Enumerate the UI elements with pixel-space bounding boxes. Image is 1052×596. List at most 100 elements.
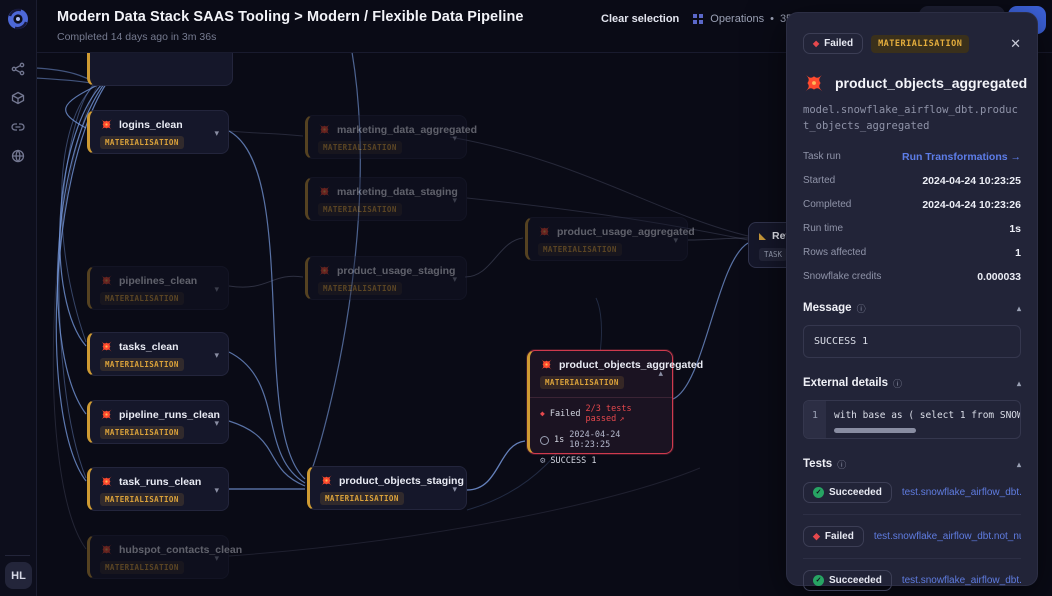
field-row: Started 2024-04-24 10:23:25 [803, 175, 1021, 187]
external-details-heading: External details [803, 377, 888, 389]
line-number: 1 [804, 401, 826, 438]
field-value[interactable]: 2024-04-24 10:23:26 [922, 199, 1021, 211]
app-logo[interactable] [6, 7, 30, 31]
chevron-down-icon[interactable] [214, 553, 219, 564]
operations-counter[interactable]: Operations • 35 [693, 13, 792, 25]
horizontal-scrollbar[interactable] [834, 428, 916, 433]
node-title: product_usage_staging [337, 265, 455, 277]
test-link[interactable]: test.snowflake_airflow_dbt.not_null_pr [902, 575, 1021, 586]
chevron-down-icon[interactable] [673, 235, 678, 246]
task-type-icon [759, 233, 766, 240]
collapse-icon[interactable] [1017, 460, 1021, 469]
field-value[interactable]: 1 [1015, 247, 1021, 259]
chevron-down-icon[interactable] [452, 195, 457, 206]
sql-code-block: 1 with base as ( select 1 from SNOWFLAKE [803, 400, 1021, 439]
chevron-down-icon[interactable] [214, 485, 219, 496]
materialisation-badge: MATERIALISATION [100, 292, 184, 305]
chevron-down-icon[interactable] [214, 284, 219, 295]
materialisation-badge: MATERIALISATION [318, 203, 402, 216]
chevron-down-icon[interactable] [452, 484, 457, 495]
test-row: Failed test.snowflake_airflow_dbt.not_nu… [803, 515, 1021, 559]
info-icon[interactable] [857, 302, 866, 315]
pipeline-node[interactable]: product_usage_aggregated MATERIALISATION [525, 217, 688, 261]
clock-icon [540, 436, 549, 445]
node-title: task_runs_clean [119, 476, 201, 488]
field-value[interactable]: Run Transformations → [902, 151, 1021, 163]
pipeline-node[interactable]: marketing_data_aggregated MATERIALISATIO… [305, 115, 467, 159]
failed-diamond-icon [540, 410, 545, 418]
pipeline-node[interactable]: marketing_data_staging MATERIALISATION [305, 177, 467, 221]
node-message: SUCCESS 1 [550, 456, 596, 466]
field-row: Completed 2024-04-24 10:23:26 [803, 199, 1021, 211]
test-status-pill: Failed [803, 526, 864, 547]
external-details-section: External details 1 with base as ( select… [803, 377, 1021, 439]
user-avatar[interactable]: HL [5, 562, 32, 589]
collapse-icon[interactable] [1017, 379, 1021, 388]
test-row: Succeeded test.snowflake_airflow_dbt.uni… [803, 471, 1021, 515]
chevron-up-icon[interactable] [658, 368, 663, 379]
test-row: Succeeded test.snowflake_airflow_dbt.not… [803, 559, 1021, 596]
pipeline-node[interactable]: hubspot_contacts_clean MATERIALISATION [87, 535, 229, 579]
pipeline-node[interactable]: product_usage_staging MATERIALISATION [305, 256, 467, 300]
node-title: hubspot_contacts_clean [119, 544, 242, 556]
tests-summary-link[interactable]: 2/3 tests passed [586, 404, 663, 424]
field-label: Task run [803, 151, 841, 162]
dbt-icon [803, 72, 825, 94]
chevron-down-icon[interactable] [214, 350, 219, 361]
dot-separator: • [770, 13, 774, 25]
chevron-down-icon[interactable] [452, 133, 457, 144]
left-sidebar: HL [0, 0, 37, 596]
panel-title: product_objects_aggregated [835, 75, 1027, 91]
node-runtime: 1s [554, 435, 564, 445]
pipeline-node[interactable]: tasks_clean MATERIALISATION [87, 332, 229, 376]
field-value[interactable]: 1s [1009, 223, 1021, 235]
gear-icon [540, 457, 545, 466]
clear-selection-button[interactable]: Clear selection [601, 13, 679, 25]
selected-pipeline-node[interactable]: product_objects_aggregated MATERIALISATI… [527, 350, 673, 454]
chevron-down-icon[interactable] [452, 274, 457, 285]
chevron-down-icon[interactable] [214, 128, 219, 139]
field-row: Task run Run Transformations → [803, 151, 1021, 163]
materialisation-badge: MATERIALISATION [100, 426, 184, 439]
test-status-icon [813, 575, 824, 586]
dbt-icon [538, 225, 551, 238]
operations-grid-icon [693, 14, 697, 18]
dbt-icon [318, 264, 331, 277]
model-path: model.snowflake_airflow_dbt.product_obje… [803, 102, 1021, 135]
close-icon[interactable] [1010, 36, 1021, 52]
flow-icon[interactable] [11, 62, 25, 76]
pipeline-node[interactable]: logins_clean MATERIALISATION [87, 110, 229, 154]
dbt-icon [100, 274, 113, 287]
pipeline-node[interactable]: pipelines_clean MATERIALISATION [87, 266, 229, 310]
field-label: Run time [803, 223, 843, 234]
materialisation-badge: MATERIALISATION [320, 492, 404, 505]
dbt-icon [100, 340, 113, 353]
materialisation-badge: MATERIALISATION [100, 358, 184, 371]
collapse-icon[interactable] [1017, 304, 1021, 313]
globe-icon[interactable] [11, 149, 25, 163]
info-icon[interactable] [837, 458, 846, 471]
task-badge: TASK [759, 248, 787, 261]
chevron-down-icon[interactable] [214, 418, 219, 429]
field-row: Snowflake credits 0.000033 [803, 271, 1021, 283]
pipeline-node[interactable]: pipeline_runs_clean MATERIALISATION [87, 400, 229, 444]
materialisation-badge: MATERIALISATION [538, 243, 622, 256]
field-value[interactable]: 2024-04-24 10:23:25 [922, 175, 1021, 187]
test-link[interactable]: test.snowflake_airflow_dbt.not_null_pr [874, 531, 1021, 542]
test-status-icon [813, 531, 820, 542]
link-icon[interactable] [11, 120, 25, 134]
pipeline-node[interactable]: product_objects_staging MATERIALISATION [307, 466, 467, 510]
field-label: Snowflake credits [803, 271, 881, 282]
node-title: marketing_data_staging [337, 186, 458, 198]
node-detail-panel: Failed MATERIALISATION product_objects_a… [786, 12, 1038, 586]
operations-label: Operations [710, 13, 764, 25]
materialisation-badge: MATERIALISATION [540, 376, 624, 389]
pipeline-node[interactable]: task_runs_clean MATERIALISATION [87, 467, 229, 511]
cube-icon[interactable] [11, 91, 25, 105]
test-link[interactable]: test.snowflake_airflow_dbt.unique_pro [902, 487, 1021, 498]
dbt-icon [100, 118, 113, 131]
test-status-label: Failed [825, 531, 854, 542]
field-value[interactable]: 0.000033 [977, 271, 1021, 283]
node-status: Failed [550, 409, 581, 419]
info-icon[interactable] [893, 377, 902, 390]
